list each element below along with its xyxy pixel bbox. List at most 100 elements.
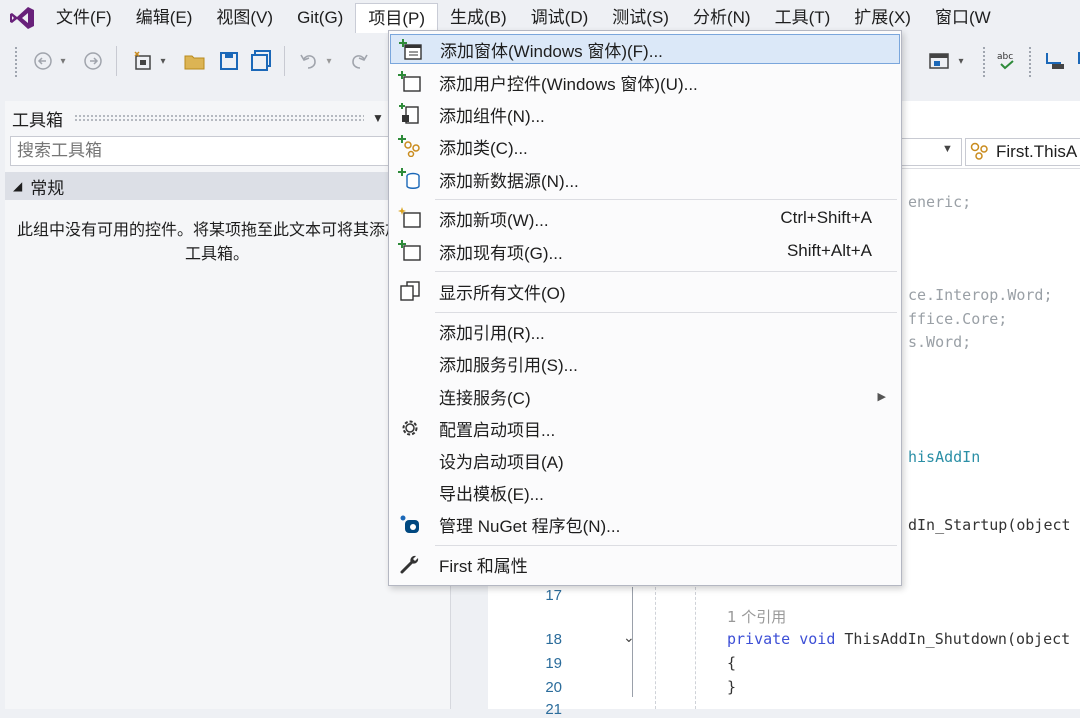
type-combo-value: First.ThisA <box>996 142 1078 161</box>
toolbox-empty-message: 此组中没有可用的控件。将某项拖至此文本可将其添加到工具箱。 <box>17 222 418 263</box>
menu-separator <box>435 199 897 200</box>
menu-item-add-class[interactable]: 添加类(C)... <box>390 131 900 161</box>
menu-item-add-datasource[interactable]: 添加新数据源(N)... <box>390 164 900 194</box>
toolbox-search-input[interactable] <box>10 136 450 166</box>
toolbox-header[interactable]: 工具箱 ▼ <box>5 101 450 135</box>
menu-file[interactable]: 文件(F) <box>44 3 124 33</box>
new-project-icon[interactable] <box>130 48 156 74</box>
line-number: 20 <box>545 679 562 696</box>
group-label: 常规 <box>30 178 65 198</box>
toolbar-grip[interactable] <box>1028 46 1032 78</box>
redo-icon[interactable] <box>346 48 372 74</box>
window-layout-dropdown-icon[interactable]: ▾ <box>954 48 968 74</box>
menu-project[interactable]: 项目(P) <box>355 3 439 33</box>
menu-edit[interactable]: 编辑(E) <box>124 3 205 33</box>
keyword-private: private <box>727 630 791 648</box>
menu-separator <box>435 545 897 546</box>
menu-item-label: 设为启动项目(A) <box>439 452 564 472</box>
menu-item-export-template[interactable]: 导出模板(E)... <box>390 477 900 507</box>
menu-view[interactable]: 视图(V) <box>204 3 285 33</box>
toolbox-title: 工具箱 <box>12 110 63 130</box>
add-component-icon <box>398 103 422 125</box>
collapse-triangle-icon[interactable]: ◢ <box>13 179 22 193</box>
menu-build[interactable]: 生成(B) <box>438 3 519 33</box>
menu-item-label: 添加用户控件(Windows 窗体)(U)... <box>439 74 698 94</box>
menu-item-label: 管理 NuGet 程序包(N)... <box>439 516 621 536</box>
menu-item-properties[interactable]: First 和属性 <box>390 549 900 579</box>
class-icon <box>970 142 992 163</box>
add-class-icon <box>398 135 422 157</box>
spell-check-icon[interactable]: abc <box>994 48 1020 74</box>
code-text: dIn_Startup(object <box>908 516 1071 534</box>
gear-icon <box>398 417 422 439</box>
open-folder-icon[interactable] <box>182 48 208 74</box>
code-line[interactable]: { <box>727 654 736 672</box>
menu-item-manage-nuget[interactable]: 管理 NuGet 程序包(N)... <box>390 509 900 539</box>
panel-menu-dropdown-icon[interactable]: ▼ <box>372 111 384 125</box>
add-form-icon <box>399 39 423 61</box>
code-line[interactable]: hisAddIn <box>908 448 980 466</box>
indent-icon[interactable] <box>1042 48 1068 74</box>
menu-item-add-new-item[interactable]: 添加新项(W)... Ctrl+Shift+A <box>390 203 900 233</box>
menu-item-add-form[interactable]: 添加窗体(Windows 窗体)(F)... <box>390 34 900 64</box>
toolbar-separator <box>116 46 117 76</box>
line-number: 21 <box>545 701 562 718</box>
menu-debug[interactable]: 调试(D) <box>519 3 601 33</box>
undo-dropdown-icon[interactable]: ▾ <box>322 48 336 74</box>
menu-item-add-reference[interactable]: 添加引用(R)... <box>390 316 900 346</box>
menu-analyze[interactable]: 分析(N) <box>681 3 763 33</box>
visual-studio-logo-icon[interactable] <box>0 0 44 36</box>
save-icon[interactable] <box>216 48 242 74</box>
type-combo[interactable]: First.ThisA <box>965 138 1080 166</box>
outline-line <box>632 587 633 697</box>
toolbar-overflow-icon[interactable] <box>1070 48 1080 74</box>
window-layout-icon[interactable] <box>926 48 952 74</box>
code-line[interactable]: eneric; <box>908 193 971 211</box>
reference-count-link[interactable]: 1 个引用 <box>727 606 786 627</box>
menu-tools[interactable]: 工具(T) <box>763 3 843 33</box>
menu-item-label: 添加窗体(Windows 窗体)(F)... <box>440 41 663 61</box>
code-line[interactable]: ce.Interop.Word; <box>908 286 1053 304</box>
menu-item-label: First 和属性 <box>439 556 528 576</box>
submenu-arrow-icon: ▶ <box>877 390 886 403</box>
menu-item-connected-services[interactable]: 连接服务(C) ▶ <box>390 381 900 411</box>
back-dropdown-icon[interactable]: ▾ <box>56 48 70 74</box>
menu-item-label: 添加组件(N)... <box>439 106 545 126</box>
menu-item-shortcut: Ctrl+Shift+A <box>780 208 872 227</box>
new-project-dropdown-icon[interactable]: ▾ <box>156 48 170 74</box>
menu-item-add-service-reference[interactable]: 添加服务引用(S)... <box>390 348 900 378</box>
nuget-icon <box>398 513 422 535</box>
menu-window[interactable]: 窗口(W <box>923 3 1003 33</box>
code-line[interactable]: s.Word; <box>908 333 971 351</box>
undo-icon[interactable] <box>296 48 322 74</box>
menu-item-set-startup[interactable]: 设为启动项目(A) <box>390 445 900 475</box>
menu-item-add-existing-item[interactable]: 添加现有项(G)... Shift+Alt+A <box>390 236 900 266</box>
menu-item-label: 添加引用(R)... <box>439 323 545 343</box>
back-icon[interactable] <box>30 48 56 74</box>
menu-item-label: 配置启动项目... <box>439 420 556 440</box>
toolbar-grip[interactable] <box>982 46 986 78</box>
code-line[interactable]: } <box>727 678 736 696</box>
panel-grip[interactable] <box>74 114 364 122</box>
menu-item-show-all-files[interactable]: 显示所有文件(O) <box>390 276 900 306</box>
menu-item-configure-startup[interactable]: 配置启动项目... <box>390 413 900 443</box>
save-all-icon[interactable] <box>248 48 274 74</box>
add-datasource-icon <box>398 168 422 190</box>
keyword-void: void <box>799 630 836 648</box>
menu-extensions[interactable]: 扩展(X) <box>842 3 923 33</box>
menu-item-add-user-control[interactable]: 添加用户控件(Windows 窗体)(U)... <box>390 67 900 97</box>
code-line[interactable]: private void ThisAddIn_Shutdown(object <box>727 630 1070 648</box>
menu-git[interactable]: Git(G) <box>285 3 355 33</box>
toolbox-group-general[interactable]: ◢ 常规 <box>5 172 451 200</box>
code-line[interactable]: dIn_Startup(object <box>908 516 1071 534</box>
code-line[interactable]: ffice.Core; <box>908 310 1007 328</box>
toolbar-grip[interactable] <box>14 46 18 78</box>
menu-item-label: 添加类(C)... <box>439 138 528 158</box>
line-number: 19 <box>545 655 562 672</box>
menu-item-shortcut: Shift+Alt+A <box>786 241 872 260</box>
forward-icon[interactable] <box>80 48 106 74</box>
method-name: ThisAddIn_Shutdown(object <box>844 630 1071 648</box>
chevron-down-icon[interactable]: ▼ <box>942 143 953 155</box>
menu-item-add-component[interactable]: 添加组件(N)... <box>390 99 900 129</box>
menu-test[interactable]: 测试(S) <box>600 3 681 33</box>
